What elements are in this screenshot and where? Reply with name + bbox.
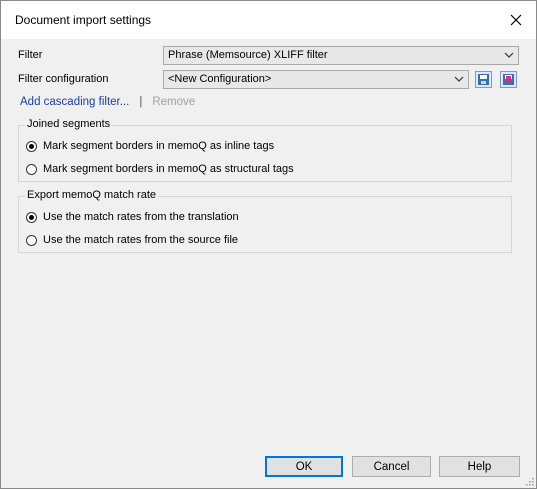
filter-configuration-value: <New Configuration> — [168, 73, 272, 85]
radio-source-match-rates[interactable]: Use the match rates from the source file — [26, 233, 238, 247]
radio-translation-match-rates[interactable]: Use the match rates from the translation — [26, 210, 239, 224]
filter-label: Filter — [18, 49, 43, 61]
radio-label: Mark segment borders in memoQ as inline … — [43, 140, 275, 152]
title-bar: Document import settings — [1, 1, 536, 39]
dialog-title: Document import settings — [15, 13, 152, 27]
radio-button[interactable] — [26, 163, 37, 175]
close-icon — [510, 14, 522, 26]
remove-cascading-filter-link[interactable]: Remove — [152, 96, 195, 108]
radio-button-checked[interactable] — [26, 211, 37, 223]
radio-inline-tags[interactable]: Mark segment borders in memoQ as inline … — [26, 139, 274, 153]
cancel-button[interactable]: Cancel — [352, 456, 431, 477]
save-as-configuration-button[interactable] — [500, 71, 517, 88]
radio-structural-tags[interactable]: Mark segment borders in memoQ as structu… — [26, 162, 294, 176]
joined-segments-group: Joined segments Mark segment borders in … — [18, 118, 512, 182]
filter-dropdown[interactable]: Phrase (Memsource) XLIFF filter — [163, 46, 519, 65]
close-button[interactable] — [502, 7, 530, 33]
radio-button[interactable] — [26, 234, 37, 246]
filter-configuration-label: Filter configuration — [18, 73, 109, 85]
resize-grip-icon[interactable] — [524, 476, 534, 486]
match-rate-legend: Export memoQ match rate — [25, 189, 158, 201]
document-import-settings-dialog: Document import settings Filter Phrase (… — [0, 0, 537, 489]
help-button[interactable]: Help — [439, 456, 520, 477]
chevron-down-icon — [504, 52, 514, 58]
radio-label: Mark segment borders in memoQ as structu… — [43, 163, 294, 175]
cascading-filter-links: Add cascading filter... | Remove — [20, 96, 195, 108]
add-cascading-filter-link[interactable]: Add cascading filter... — [20, 96, 129, 108]
radio-button-checked[interactable] — [26, 140, 37, 152]
save-configuration-button[interactable] — [475, 71, 492, 88]
radio-label: Use the match rates from the source file — [43, 234, 239, 246]
ok-button[interactable]: OK — [265, 456, 343, 477]
save-as-icon — [503, 74, 514, 85]
joined-segments-legend: Joined segments — [25, 118, 113, 130]
filter-configuration-dropdown[interactable]: <New Configuration> — [163, 70, 469, 89]
link-separator: | — [139, 96, 143, 108]
save-icon — [478, 74, 489, 85]
filter-value: Phrase (Memsource) XLIFF filter — [168, 49, 328, 61]
radio-label: Use the match rates from the translation — [43, 211, 239, 223]
chevron-down-icon — [454, 76, 464, 82]
match-rate-group: Export memoQ match rate Use the match ra… — [18, 189, 512, 253]
